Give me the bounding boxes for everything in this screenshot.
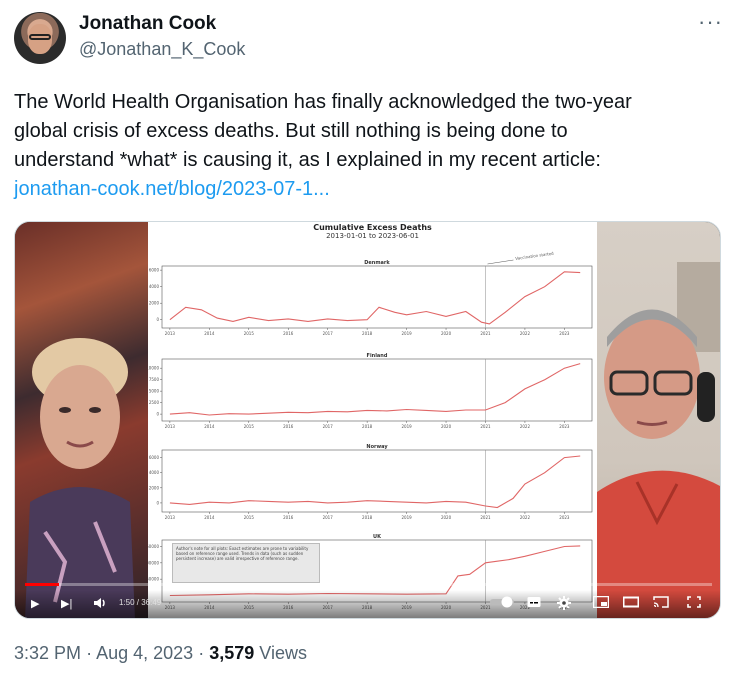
chart-panel-label: UK [373, 534, 382, 540]
x-tick-label: 2017 [323, 424, 334, 429]
tweet-line-2: global crisis of excess deaths. But stil… [14, 120, 568, 142]
annotation-arrow [487, 259, 514, 265]
x-tick-label: 2018 [362, 331, 373, 336]
x-tick-label: 2016 [283, 331, 294, 336]
video-time: 1:50 / 36:49 [119, 598, 162, 607]
x-tick-label: 2022 [520, 424, 531, 429]
x-tick-label: 2014 [204, 515, 215, 520]
y-tick-label: 0 [156, 500, 159, 505]
separator: · [198, 643, 205, 663]
video-progress-fill [25, 583, 60, 586]
x-tick-label: 2023 [559, 515, 570, 520]
y-tick-label: 4000 [149, 470, 160, 475]
x-tick-label: 2021 [480, 331, 491, 336]
y-tick-label: 0 [156, 317, 159, 322]
avatar-glasses [29, 34, 51, 40]
tweet-meta: 3:32 PM · Aug 4, 2023 · 3,579 Views [14, 642, 307, 664]
x-tick-label: 2021 [480, 424, 491, 429]
x-tick-label: 2013 [165, 424, 176, 429]
right-webcam [597, 222, 720, 618]
y-tick-label: 5000 [149, 389, 160, 394]
author-handle[interactable]: @Jonathan_K_Cook [79, 38, 245, 60]
y-tick-label: 7500 [149, 377, 160, 382]
x-tick-label: 2017 [323, 331, 334, 336]
separator: · [86, 643, 93, 663]
tweet-date[interactable]: Aug 4, 2023 [96, 643, 193, 663]
author-name[interactable]: Jonathan Cook [79, 12, 216, 36]
settings-gear-icon[interactable] [557, 596, 571, 614]
chart-panel: Cumulative Excess Deaths 2013-01-01 to 2… [148, 222, 597, 618]
chart-panel-label: Norway [366, 444, 388, 450]
x-tick-label: 2013 [165, 515, 176, 520]
miniplayer-icon[interactable] [592, 595, 610, 612]
x-tick-label: 2019 [401, 331, 412, 336]
y-tick-label: 6000 [149, 268, 160, 273]
avatar[interactable] [14, 12, 66, 64]
fullscreen-icon[interactable] [687, 596, 701, 612]
views-count: 3,579 [209, 643, 255, 663]
x-tick-label: 2016 [283, 424, 294, 429]
y-tick-label: 2500 [149, 400, 160, 405]
x-tick-label: 2013 [165, 331, 176, 336]
tweet-text: The World Health Organisation has finall… [14, 88, 714, 204]
chart-note: Author's note for all plots: Exact estim… [176, 546, 309, 561]
theater-mode-icon[interactable] [622, 596, 640, 612]
y-tick-label: 100000 [148, 560, 159, 565]
x-tick-label: 2020 [441, 424, 452, 429]
x-tick-label: 2018 [362, 424, 373, 429]
x-tick-label: 2016 [283, 515, 294, 520]
x-tick-label: 2015 [244, 331, 255, 336]
subtitles-icon[interactable] [527, 596, 541, 612]
tweet-line-1: The World Health Organisation has finall… [14, 91, 632, 113]
x-tick-label: 2020 [441, 515, 452, 520]
y-tick-label: 2000 [149, 301, 160, 306]
y-tick-label: 0 [156, 412, 159, 417]
views-label: Views [259, 643, 307, 663]
tweet-line-3: understand *what* is causing it, as I ex… [14, 149, 601, 171]
chart-panel-frame [161, 358, 593, 422]
y-tick-label: 6000 [149, 455, 160, 460]
x-tick-label: 2023 [559, 331, 570, 336]
play-icon[interactable]: ▶ [31, 597, 39, 611]
y-tick-label: 2000 [149, 485, 160, 490]
x-tick-label: 2017 [323, 515, 334, 520]
chart-panel-label: Finland [367, 353, 388, 359]
tweet-time[interactable]: 3:32 PM [14, 643, 81, 663]
right-person-image [597, 262, 720, 618]
annotation-label: Vaccination started [515, 251, 554, 261]
chart-note-box: Author's note for all plots: Exact estim… [172, 543, 320, 583]
cast-icon[interactable] [653, 596, 669, 612]
x-tick-label: 2015 [244, 424, 255, 429]
video-player[interactable]: Cumulative Excess Deaths 2013-01-01 to 2… [14, 221, 721, 619]
x-tick-label: 2022 [520, 515, 531, 520]
autoplay-toggle[interactable] [490, 596, 514, 612]
x-tick-label: 2022 [520, 331, 531, 336]
x-tick-label: 2019 [401, 424, 412, 429]
x-tick-label: 2021 [480, 515, 491, 520]
x-tick-label: 2019 [401, 515, 412, 520]
x-tick-label: 2018 [362, 515, 373, 520]
chart-panel-label: Denmark [364, 260, 390, 266]
article-link[interactable]: jonathan-cook.net/blog/2023-07-1... [14, 178, 330, 200]
x-tick-label: 2014 [204, 424, 215, 429]
x-tick-label: 2023 [559, 424, 570, 429]
next-icon[interactable]: ▶| [61, 597, 72, 611]
chart-panel-frame [161, 265, 593, 329]
y-tick-label: 150000 [148, 544, 159, 549]
x-tick-label: 2014 [204, 331, 215, 336]
video-progress-bar[interactable] [25, 583, 712, 586]
left-person-image [25, 338, 135, 618]
x-tick-label: 2015 [244, 515, 255, 520]
more-options-icon[interactable]: ··· [698, 11, 723, 33]
x-tick-label: 2020 [441, 331, 452, 336]
y-tick-label: 4000 [149, 284, 160, 289]
volume-icon[interactable] [93, 597, 107, 613]
y-tick-label: 50000 [148, 577, 159, 582]
y-tick-label: 10000 [148, 366, 159, 371]
left-webcam [15, 222, 148, 618]
